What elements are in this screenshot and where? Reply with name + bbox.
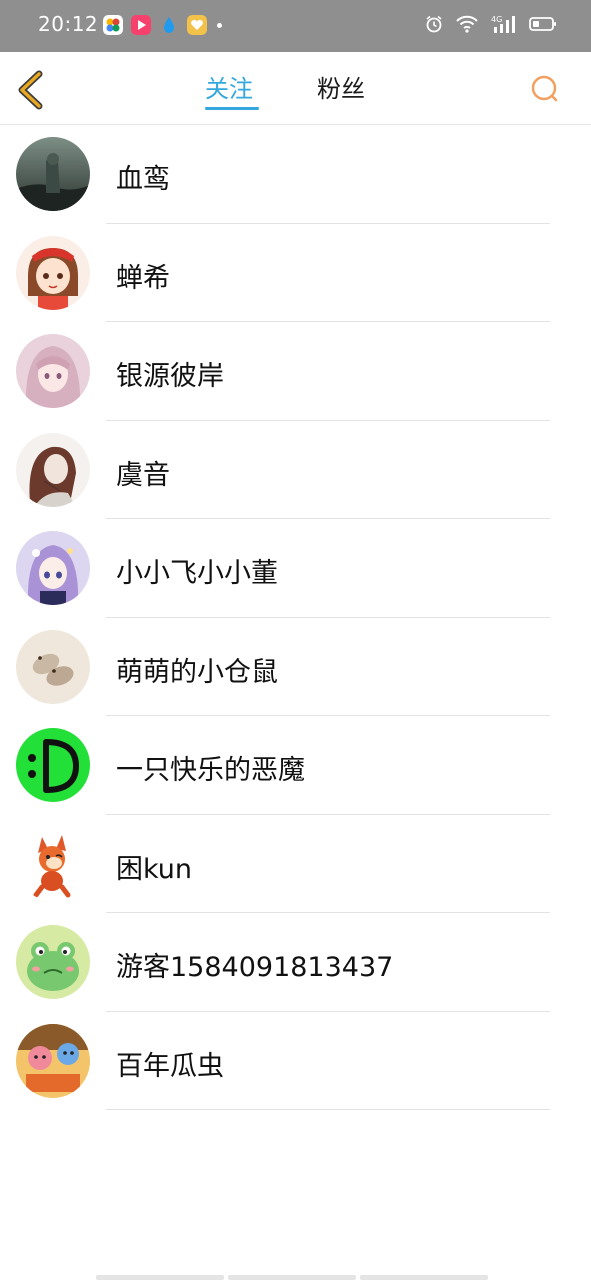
heart-app-icon xyxy=(187,15,207,35)
signal-icon: 4G xyxy=(491,15,515,33)
green-frog-avatar xyxy=(16,925,90,999)
avatar xyxy=(16,137,90,211)
list-item[interactable]: 百年瓜虫 xyxy=(0,1012,591,1110)
tab-follow[interactable]: 关注 xyxy=(205,72,253,106)
list-item[interactable]: 虞音 xyxy=(0,421,591,519)
sketch-girl-avatar xyxy=(16,432,90,507)
avatar xyxy=(16,826,90,901)
gesture-segment xyxy=(360,1275,488,1280)
user-name: 虞音 xyxy=(116,459,170,491)
alarm-icon xyxy=(426,15,442,33)
avatar xyxy=(16,334,90,408)
list-item[interactable]: 一只快乐的恶魔 xyxy=(0,716,591,815)
user-name: 蝉希 xyxy=(116,262,170,294)
active-tab-indicator xyxy=(205,107,259,110)
list-item[interactable]: 蝉希 xyxy=(0,224,591,322)
status-time: 20:12 xyxy=(38,12,99,36)
colorful-cartoon-avatar xyxy=(16,1023,90,1098)
anime-girl-purple-avatar xyxy=(16,531,90,605)
user-name: 一只快乐的恶魔 xyxy=(116,755,305,786)
list-item[interactable]: 游客1584091813437 xyxy=(0,913,591,1012)
list-item[interactable]: 银源彼岸 xyxy=(0,322,591,421)
list-item[interactable]: 小小飞小小董 xyxy=(0,519,591,618)
dark-landscape-avatar xyxy=(16,137,90,211)
more-notifications-dot xyxy=(217,22,222,28)
top-navigation-bar: 关注 粉丝 xyxy=(0,52,591,125)
avatar xyxy=(16,531,90,605)
user-name: 小小飞小小董 xyxy=(116,558,278,589)
user-name: 百年瓜虫 xyxy=(116,1050,224,1082)
drop-app-icon xyxy=(159,15,179,35)
status-bar: 20:12 4G xyxy=(0,0,591,52)
user-name: 血鸾 xyxy=(116,164,170,195)
anime-girl-pink-avatar xyxy=(16,334,90,408)
anime-girl-red-avatar xyxy=(16,235,90,310)
battery-icon xyxy=(529,17,556,31)
list-item[interactable]: 血鸾 xyxy=(0,125,591,224)
follow-list: 血鸾 蝉希 银源彼岸 虞音 小小飞小小董 萌萌的小仓鼠 一只快乐的恶魔 困kun… xyxy=(0,125,591,1110)
back-button[interactable] xyxy=(12,68,52,112)
tab-fans[interactable]: 粉丝 xyxy=(317,72,365,106)
wifi-icon xyxy=(456,15,478,33)
user-name: 游客1584091813437 xyxy=(116,952,394,983)
divider xyxy=(106,1109,550,1110)
chevron-left-icon xyxy=(18,70,43,110)
avatar xyxy=(16,629,90,704)
avatar xyxy=(16,925,90,999)
network-type-label: 4G xyxy=(491,15,502,24)
green-smiley-avatar xyxy=(16,728,90,802)
notification-app-icons xyxy=(103,15,222,35)
user-name: 萌萌的小仓鼠 xyxy=(116,656,278,688)
gesture-segment xyxy=(96,1275,224,1280)
avatar xyxy=(16,1023,90,1098)
user-name: 银源彼岸 xyxy=(116,361,224,392)
user-name: 困kun xyxy=(116,853,193,885)
list-item[interactable]: 困kun xyxy=(0,815,591,913)
avatar xyxy=(16,728,90,802)
hamster-avatar xyxy=(16,629,90,704)
photos-app-icon xyxy=(103,15,123,35)
avatar xyxy=(16,432,90,507)
status-indicators: 4G xyxy=(425,14,557,34)
search-icon xyxy=(531,75,558,102)
search-button[interactable] xyxy=(528,72,562,106)
avatar xyxy=(16,235,90,310)
gesture-bar xyxy=(96,1275,488,1280)
follow-list-screen: 20:12 4G 关注 粉丝 血鸾 蝉希 银源彼岸 虞音 小小飞小小董 萌萌的小… xyxy=(0,0,591,1280)
video-app-icon xyxy=(131,15,151,35)
cartoon-fox-avatar xyxy=(16,826,90,901)
gesture-segment xyxy=(228,1275,356,1280)
list-item[interactable]: 萌萌的小仓鼠 xyxy=(0,618,591,716)
